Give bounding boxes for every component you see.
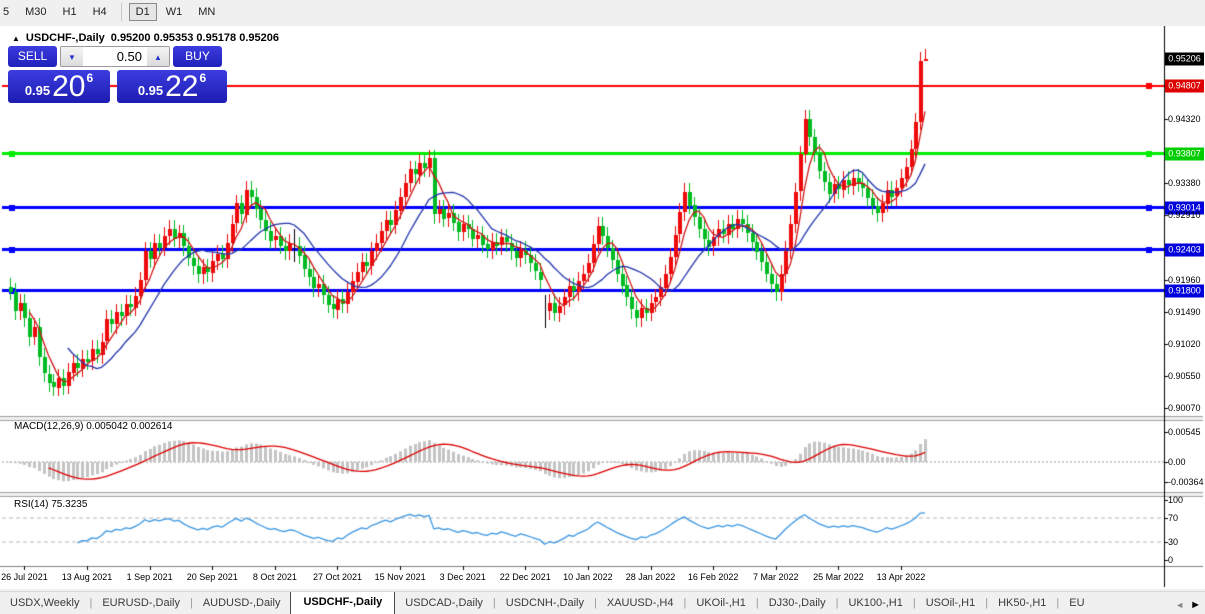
rsi-tick-label: 100 — [1168, 495, 1184, 505]
chart-title: ▲ USDCHF-,Daily 0.95200 0.95353 0.95178 … — [12, 32, 279, 44]
chart-tab-audusd-daily[interactable]: AUDUSD-,Daily — [193, 593, 291, 614]
chart-tab-usdx-weekly[interactable]: USDX,Weekly — [0, 593, 89, 614]
date-tick-label: 16 Feb 2022 — [687, 572, 739, 582]
trading-terminal: 5 M30 H1 H4 D1 W1 MN ▲ USDCHF-,Daily 0.95200 0… — [0, 0, 1205, 614]
macd-tick-label: 0.00 — [1168, 457, 1186, 467]
sell-button[interactable]: SELL — [8, 46, 57, 67]
price-chart-canvas[interactable] — [0, 26, 1205, 589]
timeframe-button-h4[interactable]: H4 — [86, 3, 114, 21]
macd-indicator-label: MACD(12,26,9) 0.005042 0.002614 — [14, 421, 173, 432]
sell-price-quote[interactable]: 0.95 20 6 — [8, 70, 110, 103]
current-price-badge: 0.95206 — [1165, 52, 1204, 66]
sell-price-big: 20 — [52, 70, 86, 103]
toolbar-separator — [120, 3, 122, 21]
volume-increase-button[interactable]: ▲ — [147, 47, 169, 66]
chart-tab-hk50-h1[interactable]: HK50-,H1 — [988, 593, 1056, 614]
buy-button[interactable]: BUY — [173, 46, 222, 67]
collapse-arrow-icon[interactable]: ▲ — [12, 34, 20, 43]
chart-tab-usdchf-daily[interactable]: USDCHF-,Daily — [290, 592, 396, 614]
macd-tick-label: -0.00364 — [1168, 477, 1204, 488]
buy-price-small: 0.95 — [137, 83, 164, 98]
date-tick-label: 22 Dec 2021 — [499, 572, 551, 582]
date-tick-label: 13 Apr 2022 — [876, 572, 926, 582]
buy-price-quote[interactable]: 0.95 22 6 — [117, 70, 227, 103]
timeframe-button-h1[interactable]: H1 — [56, 3, 84, 21]
sell-price-sup: 6 — [86, 71, 94, 85]
timeframe-toolbar: 5 M30 H1 H4 D1 W1 MN — [0, 0, 1205, 24]
macd-tick-label: 0.00545 — [1168, 427, 1201, 438]
chart-tab-usoil-h1[interactable]: USOil-,H1 — [916, 593, 986, 614]
date-tick-label: 1 Sep 2021 — [126, 572, 173, 582]
buy-price-sup: 6 — [199, 71, 207, 85]
date-tick-label: 27 Oct 2021 — [312, 572, 363, 582]
chart-tab-dj30-daily[interactable]: DJ30-,Daily — [759, 593, 836, 614]
price-tick-label: 0.90070 — [1168, 403, 1201, 414]
price-tick-label: 0.92910 — [1168, 209, 1201, 220]
price-tick-label: 0.94320 — [1168, 114, 1201, 124]
level-price-badge: 0.91800 — [1165, 284, 1204, 298]
date-tick-label: 26 Jul 2021 — [1, 572, 48, 582]
price-tick-label: 0.90550 — [1168, 370, 1201, 381]
chart-tab-uk100-h1[interactable]: UK100-,H1 — [838, 593, 912, 614]
date-tick-label: 15 Nov 2021 — [374, 572, 426, 582]
chart-tab-usdcnh-daily[interactable]: USDCNH-,Daily — [496, 593, 594, 614]
date-tick-label: 13 Aug 2021 — [61, 572, 113, 582]
sell-price-small: 0.95 — [24, 83, 51, 98]
rsi-tick-label: 0 — [1168, 555, 1174, 565]
timeframe-button-mn[interactable]: MN — [191, 3, 222, 21]
rsi-tick-label: 30 — [1168, 537, 1179, 547]
tab-scroll-controls: ◄ ► — [1171, 599, 1205, 614]
rsi-tick-label: 70 — [1168, 513, 1179, 523]
timeframe-button-w1[interactable]: W1 — [159, 3, 190, 21]
chart-tab-usdcad-daily[interactable]: USDCAD-,Daily — [395, 593, 493, 614]
chart-symbol-label: USDCHF-,Daily — [25, 32, 105, 44]
chart-tab-eu[interactable]: EU — [1059, 593, 1094, 614]
volume-group: ▼ ▲ — [60, 46, 170, 67]
rsi-indicator-label: RSI(14) 75.3235 — [14, 499, 88, 510]
price-tick-label: 0.91020 — [1168, 338, 1201, 349]
chart-tab-ukoil-h1[interactable]: UKOil-,H1 — [686, 593, 756, 614]
timeframe-button-d1[interactable]: D1 — [128, 3, 157, 21]
price-tick-label: 0.91960 — [1168, 274, 1201, 285]
date-tick-label: 7 Mar 2022 — [752, 572, 799, 582]
date-tick-label: 25 Mar 2022 — [813, 572, 864, 582]
price-tick-label: 0.93380 — [1168, 177, 1201, 188]
level-price-badge: 0.94807 — [1165, 79, 1204, 93]
date-tick-label: 8 Oct 2021 — [252, 572, 297, 582]
date-tick-label: 28 Jan 2022 — [625, 572, 676, 582]
chart-tab-bar: USDX,Weekly | EURUSD-,Daily | AUDUSD-,Daily U… — [0, 591, 1205, 614]
timeframe-button-m30[interactable]: M30 — [18, 3, 53, 21]
chart-tab-eurusd-daily[interactable]: EURUSD-,Daily — [92, 593, 190, 614]
timeframe-button-5[interactable]: 5 — [0, 3, 16, 21]
volume-input[interactable] — [83, 47, 147, 66]
chart-tab-xauusd-h4[interactable]: XAUUSD-,H4 — [597, 593, 684, 614]
tab-scroll-left-icon[interactable]: ◄ — [1175, 600, 1184, 610]
level-price-badge: 0.92403 — [1165, 243, 1204, 257]
chart-ohlc-values: 0.95200 0.95353 0.95178 0.95206 — [110, 32, 279, 44]
date-tick-label: 10 Jan 2022 — [563, 572, 613, 582]
volume-decrease-button[interactable]: ▼ — [61, 47, 83, 66]
date-tick-label: 3 Dec 2021 — [439, 572, 486, 582]
tab-scroll-right-icon[interactable]: ► — [1190, 599, 1201, 611]
date-tick-label: 20 Sep 2021 — [186, 572, 238, 582]
level-price-badge: 0.93807 — [1165, 147, 1204, 161]
one-click-trade-widget: SELL ▼ ▲ BUY 0.95 20 6 0.95 22 6 — [8, 46, 229, 103]
price-tick-label: 0.91490 — [1168, 306, 1201, 317]
buy-price-big: 22 — [165, 70, 199, 103]
